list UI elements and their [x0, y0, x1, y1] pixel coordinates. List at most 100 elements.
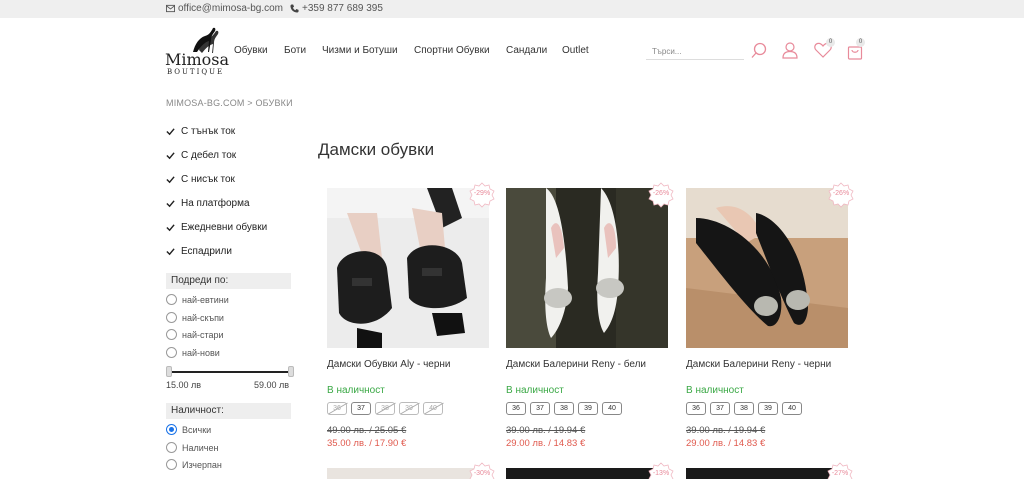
radio-button[interactable] [166, 329, 177, 340]
size-option[interactable]: 37 [530, 402, 550, 415]
size-option[interactable]: 38 [554, 402, 574, 415]
size-option[interactable]: 36 [506, 402, 526, 415]
sale-price: 29.00 лв. / 14.83 € [506, 438, 586, 449]
sort-option-newest[interactable]: най-нови [166, 347, 220, 358]
size-option-unavailable: 36 [327, 402, 347, 415]
size-list: 36 37 38 39 40 [327, 402, 443, 415]
product-image[interactable] [686, 188, 848, 348]
product-card-partial[interactable] [506, 468, 668, 479]
sort-option-label: най-скъпи [182, 312, 224, 323]
discount-badge-partial: -13% [648, 462, 674, 479]
availability-option-label: Изчерпан [182, 459, 222, 470]
search-input[interactable]: Търси... [646, 44, 744, 60]
size-option-unavailable: 38 [375, 402, 395, 415]
category-filter-low-heel[interactable]: С нисък ток [166, 174, 235, 185]
checkmark-icon [166, 248, 175, 256]
availability-heading: Наличност: [166, 403, 291, 419]
availability-option-sold-out[interactable]: Изчерпан [166, 459, 222, 470]
product-name[interactable]: Дамски Балерини Reny - черни [686, 359, 831, 370]
category-filter-platform[interactable]: На платформа [166, 198, 250, 209]
product-card-partial[interactable] [327, 468, 489, 479]
phone-text: +359 877 689 395 [302, 3, 383, 14]
category-filter-espadrilles[interactable]: Еспадрили [166, 246, 232, 257]
category-label: С тънък ток [181, 126, 236, 137]
cart-count-badge: 0 [856, 38, 865, 47]
radio-button[interactable] [166, 347, 177, 358]
discount-text: -26% [652, 190, 670, 197]
sort-option-label: най-нови [182, 347, 220, 358]
user-account-icon[interactable] [781, 41, 799, 59]
price-slider-track[interactable] [169, 371, 292, 373]
discount-text: -26% [832, 190, 850, 197]
nav-item-sportni[interactable]: Спортни Обувки [414, 45, 490, 56]
category-filter-thin-heel[interactable]: С тънък ток [166, 126, 235, 137]
category-filter-thick-heel[interactable]: С дебел ток [166, 150, 236, 161]
discount-text: -29% [473, 190, 491, 197]
discount-badge: -29% [469, 182, 495, 208]
size-option[interactable]: 40 [782, 402, 802, 415]
radio-button[interactable] [166, 442, 177, 453]
phone-link[interactable]: +359 877 689 395 [290, 3, 383, 14]
product-card-partial[interactable] [686, 468, 848, 479]
wishlist-count-badge: 0 [826, 38, 835, 47]
breadcrumb[interactable]: MIMOSA-BG.COM > ОБУВКИ [166, 98, 293, 108]
size-option[interactable]: 37 [351, 402, 371, 415]
white-ballerinas-photo [506, 188, 668, 348]
nav-item-outlet[interactable]: Outlet [562, 45, 589, 56]
size-option[interactable]: 39 [578, 402, 598, 415]
discount-text: -27% [831, 470, 849, 477]
phone-icon [290, 4, 299, 13]
availability-option-label: Наличен [182, 442, 219, 453]
nav-item-chizmi[interactable]: Чизми и Ботуши [322, 45, 398, 56]
size-option-unavailable: 39 [399, 402, 419, 415]
checkmark-icon [166, 128, 175, 136]
availability-option-in-stock[interactable]: Наличен [166, 442, 218, 453]
size-option[interactable]: 38 [734, 402, 754, 415]
discount-badge-partial: -27% [827, 462, 853, 479]
sort-option-label: най-евтини [182, 294, 229, 305]
radio-button[interactable] [166, 459, 177, 470]
category-filter-everyday[interactable]: Ежедневни обувки [166, 222, 267, 233]
sort-option-label: най-стари [182, 329, 224, 340]
radio-button-selected[interactable] [166, 424, 177, 435]
category-label: С дебел ток [181, 150, 237, 161]
sort-option-oldest[interactable]: най-стари [166, 329, 224, 340]
availability-option-all[interactable]: Всички [166, 424, 211, 435]
size-option[interactable]: 40 [602, 402, 622, 415]
sale-price: 35.00 лв. / 17.90 € [327, 438, 407, 449]
black-shoes-photo [327, 188, 489, 348]
radio-button[interactable] [166, 312, 177, 323]
checkmark-icon [166, 176, 175, 184]
discount-badge: -26% [648, 182, 674, 208]
size-option[interactable]: 39 [758, 402, 778, 415]
email-link[interactable]: office@mimosa-bg.com [166, 3, 283, 14]
nav-item-obuvki[interactable]: Обувки [234, 45, 268, 56]
logo-name: Mimosa [165, 50, 230, 69]
product-name[interactable]: Дамски Балерини Reny - бели [506, 359, 646, 370]
sort-option-expensive[interactable]: най-скъпи [166, 312, 224, 323]
stock-status: В наличност [327, 385, 385, 396]
site-logo[interactable]: Mimosa BOUTIQUE [165, 26, 229, 78]
radio-button[interactable] [166, 294, 177, 305]
product-name[interactable]: Дамски Обувки Aly - черни [327, 359, 451, 370]
size-option[interactable]: 37 [710, 402, 730, 415]
search-icon[interactable] [750, 42, 768, 60]
price-min-label: 15.00 лв [166, 380, 202, 390]
stock-status: В наличност [506, 385, 564, 396]
category-label: Ежедневни обувки [181, 222, 268, 233]
category-label: На платформа [181, 198, 250, 209]
sort-option-cheapest[interactable]: най-евтини [166, 294, 229, 305]
product-image[interactable] [327, 188, 489, 348]
price-slider-min-handle[interactable] [166, 366, 172, 377]
nav-item-sandali[interactable]: Сандали [506, 45, 547, 56]
category-label: Еспадрили [181, 246, 232, 257]
size-list: 36 37 38 39 40 [686, 402, 802, 415]
discount-badge-partial: -30% [469, 462, 495, 479]
nav-item-boti[interactable]: Боти [284, 45, 306, 56]
discount-text: -13% [652, 470, 670, 477]
product-image[interactable] [506, 188, 668, 348]
old-price: 49.00 лв. / 25.05 € [327, 425, 407, 436]
price-slider-max-handle[interactable] [288, 366, 294, 377]
size-option[interactable]: 36 [686, 402, 706, 415]
category-label: С нисък ток [181, 174, 235, 185]
